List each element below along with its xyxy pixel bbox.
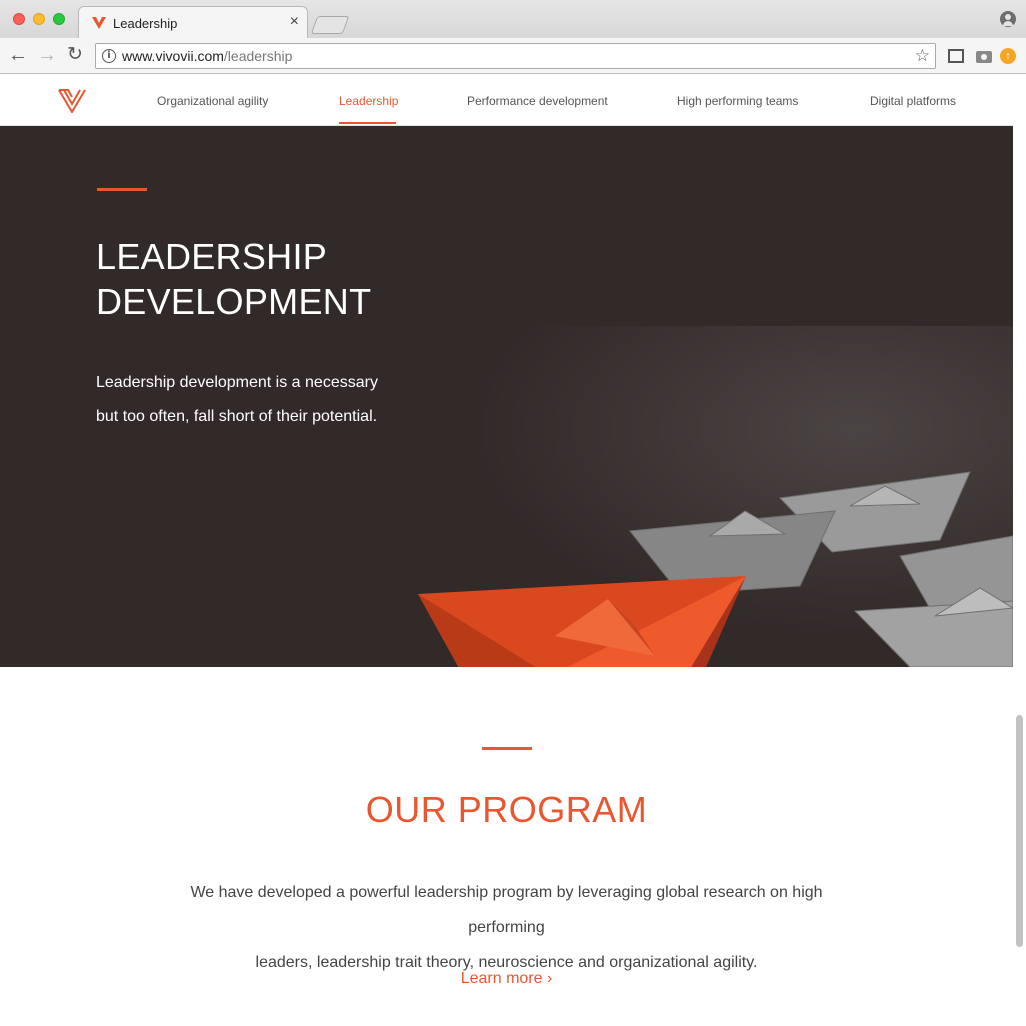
hero-text-line2: but too often, fall short of their poten… [96, 408, 378, 425]
browser-titlebar: Leadership × [0, 0, 1026, 38]
site-info-icon[interactable]: i [102, 49, 116, 63]
window-maximize-button[interactable] [53, 13, 65, 25]
tab-close-icon[interactable]: × [290, 13, 299, 31]
site-navigation: Organizational agility Leadership Perfor… [0, 75, 1013, 126]
program-section: OUR PROGRAM We have developed a powerful… [0, 667, 1013, 1026]
camera-icon[interactable] [976, 51, 992, 63]
active-nav-underline [339, 122, 396, 124]
program-title: OUR PROGRAM [365, 789, 648, 830]
hero-section: LEADERSHIP DEVELOPMENT Leadership develo… [0, 126, 1013, 667]
page-viewport: Organizational agility Leadership Perfor… [0, 75, 1026, 1026]
program-description: We have developed a powerful leadership … [150, 875, 863, 980]
fullscreen-icon[interactable] [948, 49, 964, 63]
nav-performance-development[interactable]: Performance development [467, 94, 608, 108]
browser-tab[interactable]: Leadership × [78, 6, 308, 38]
hero-title: LEADERSHIP DEVELOPMENT [96, 234, 516, 324]
nav-digital-platforms[interactable]: Digital platforms [870, 94, 956, 108]
nav-leadership[interactable]: Leadership [339, 94, 398, 108]
page-scrollbar[interactable] [1013, 75, 1026, 1026]
url-host: www.vivovii.com [122, 48, 224, 64]
bookmark-star-icon[interactable]: ☆ [915, 46, 930, 66]
url-path: /leadership [223, 48, 293, 64]
window-close-button[interactable] [13, 13, 25, 25]
hero-title-line2: DEVELOPMENT [96, 281, 372, 322]
hero-title-line1: LEADERSHIP [96, 236, 328, 277]
learn-more-link[interactable]: Learn more › [0, 970, 1013, 988]
forward-arrow-icon[interactable]: → [35, 44, 59, 68]
reload-icon[interactable]: ↻ [63, 44, 87, 68]
browser-toolbar: ← → ↻ i www.vivovii.com/leadership ☆ ↑ [0, 38, 1026, 74]
update-icon[interactable]: ↑ [1000, 48, 1016, 64]
new-tab-button[interactable] [310, 16, 350, 34]
back-arrow-icon[interactable]: ← [6, 44, 30, 68]
nav-organizational-agility[interactable]: Organizational agility [157, 94, 268, 108]
url-text[interactable]: www.vivovii.com/leadership [122, 48, 292, 64]
profile-icon[interactable] [1000, 11, 1016, 27]
program-accent-line [482, 747, 532, 750]
nav-high-performing-teams[interactable]: High performing teams [677, 94, 798, 108]
window-minimize-button[interactable] [33, 13, 45, 25]
program-text-line2: leaders, leadership trait theory, neuros… [255, 954, 758, 971]
vivovii-favicon-icon [92, 17, 106, 29]
paper-boats-image [380, 326, 1013, 667]
address-bar[interactable]: i www.vivovii.com/leadership ☆ [95, 43, 936, 69]
program-text-line1: We have developed a powerful leadership … [190, 884, 823, 936]
hero-accent-line [97, 188, 147, 191]
tab-title: Leadership [113, 16, 178, 31]
scrollbar-thumb[interactable] [1016, 715, 1023, 947]
vivovii-logo-icon[interactable] [58, 87, 86, 113]
